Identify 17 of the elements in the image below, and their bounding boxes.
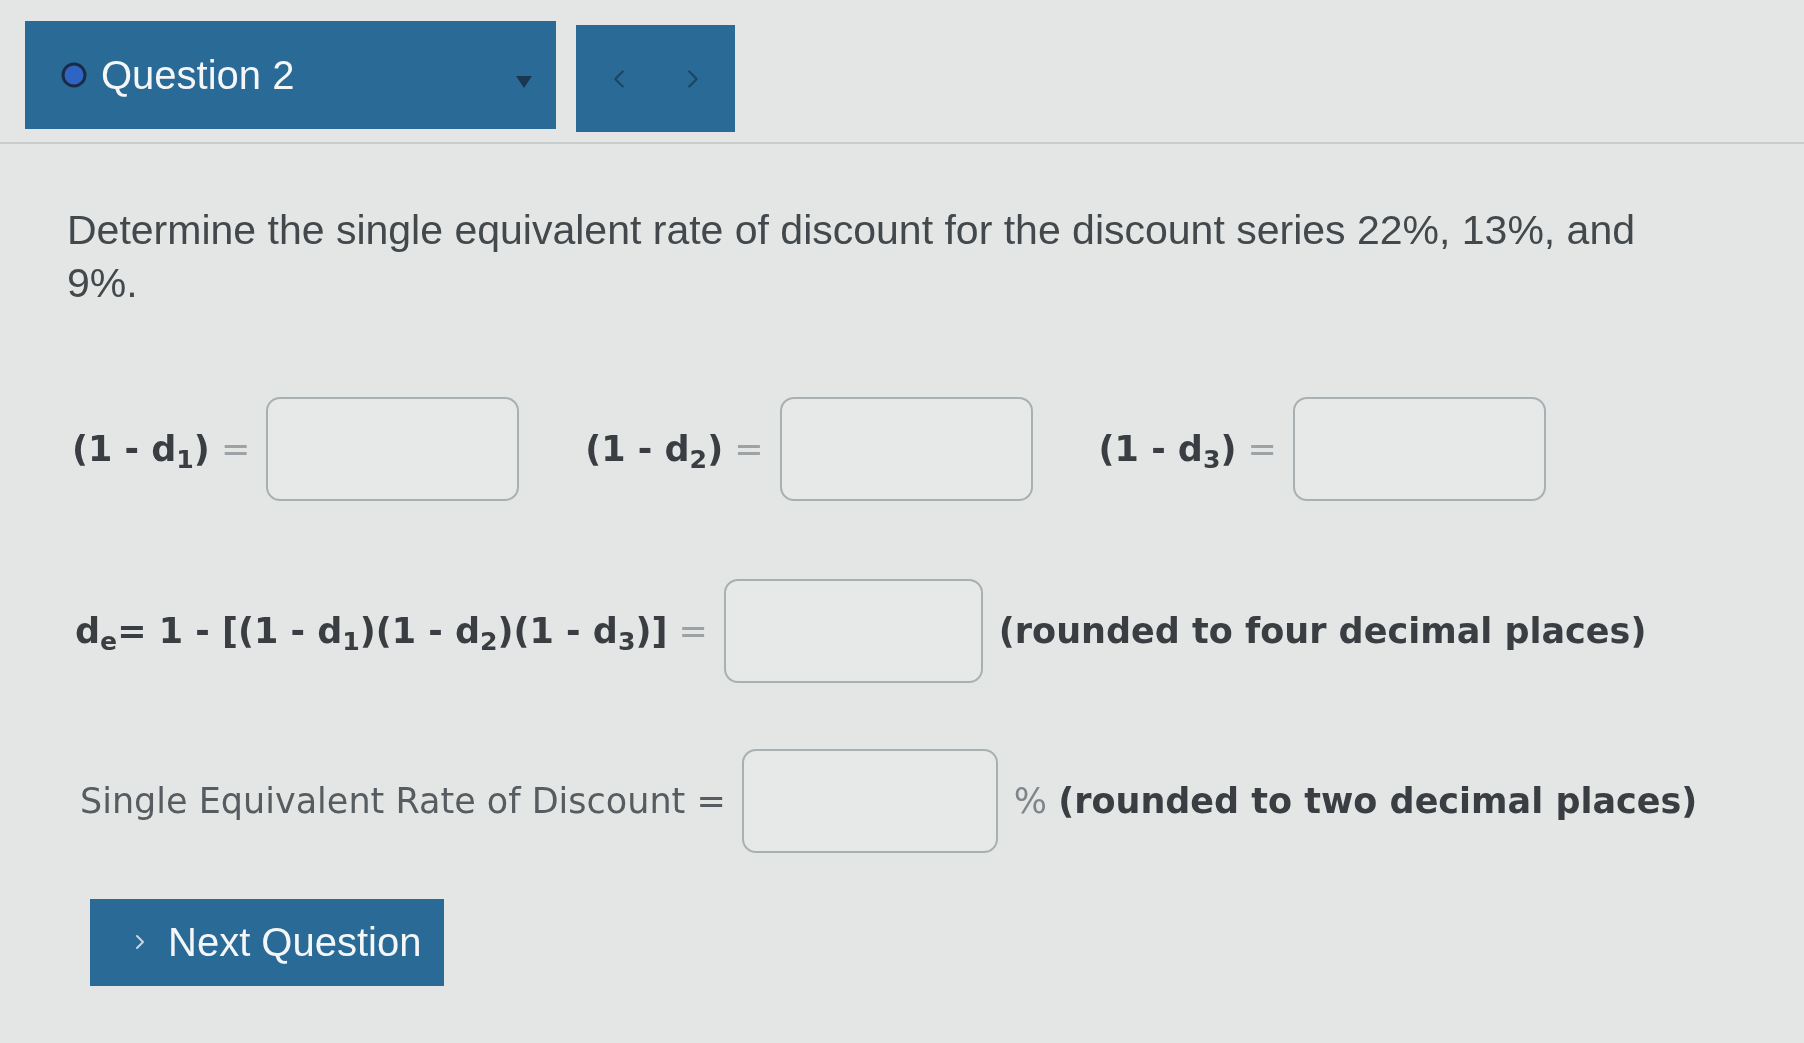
next-question-button[interactable]: Next Question [90, 898, 444, 986]
question-dropdown[interactable]: Question 2 [25, 21, 556, 129]
rounding-note: % (rounded to two decimal places) [1013, 780, 1698, 821]
factor-label: (1 - d$_{1}$) = [72, 428, 251, 469]
answer-field[interactable] [741, 748, 998, 853]
answer-field[interactable] [779, 396, 1033, 501]
rate-label: Single Equivalent Rate of Discount = [80, 780, 726, 821]
answer-field[interactable] [266, 396, 520, 501]
caret-down-icon [516, 76, 532, 88]
answer-field[interactable] [723, 578, 983, 683]
factor-label: (1 - d$_{3}$) = [1098, 428, 1277, 469]
answer-field[interactable] [1292, 396, 1546, 501]
status-dot-icon [61, 62, 87, 88]
question-text: Determine the single equivalent rate of discount for the discount series 22%, 13%, and 9%. [67, 206, 1637, 309]
factor-label: (1 - d$_{2}$) = [585, 428, 764, 469]
rounding-note: (rounded to four decimal places) [998, 610, 1647, 651]
formula-label: d$_{e}$= 1 - [(1 - d$_{1}$)(1 - d$_{2}$)(1 - d$_{3}$)] = [75, 610, 708, 651]
